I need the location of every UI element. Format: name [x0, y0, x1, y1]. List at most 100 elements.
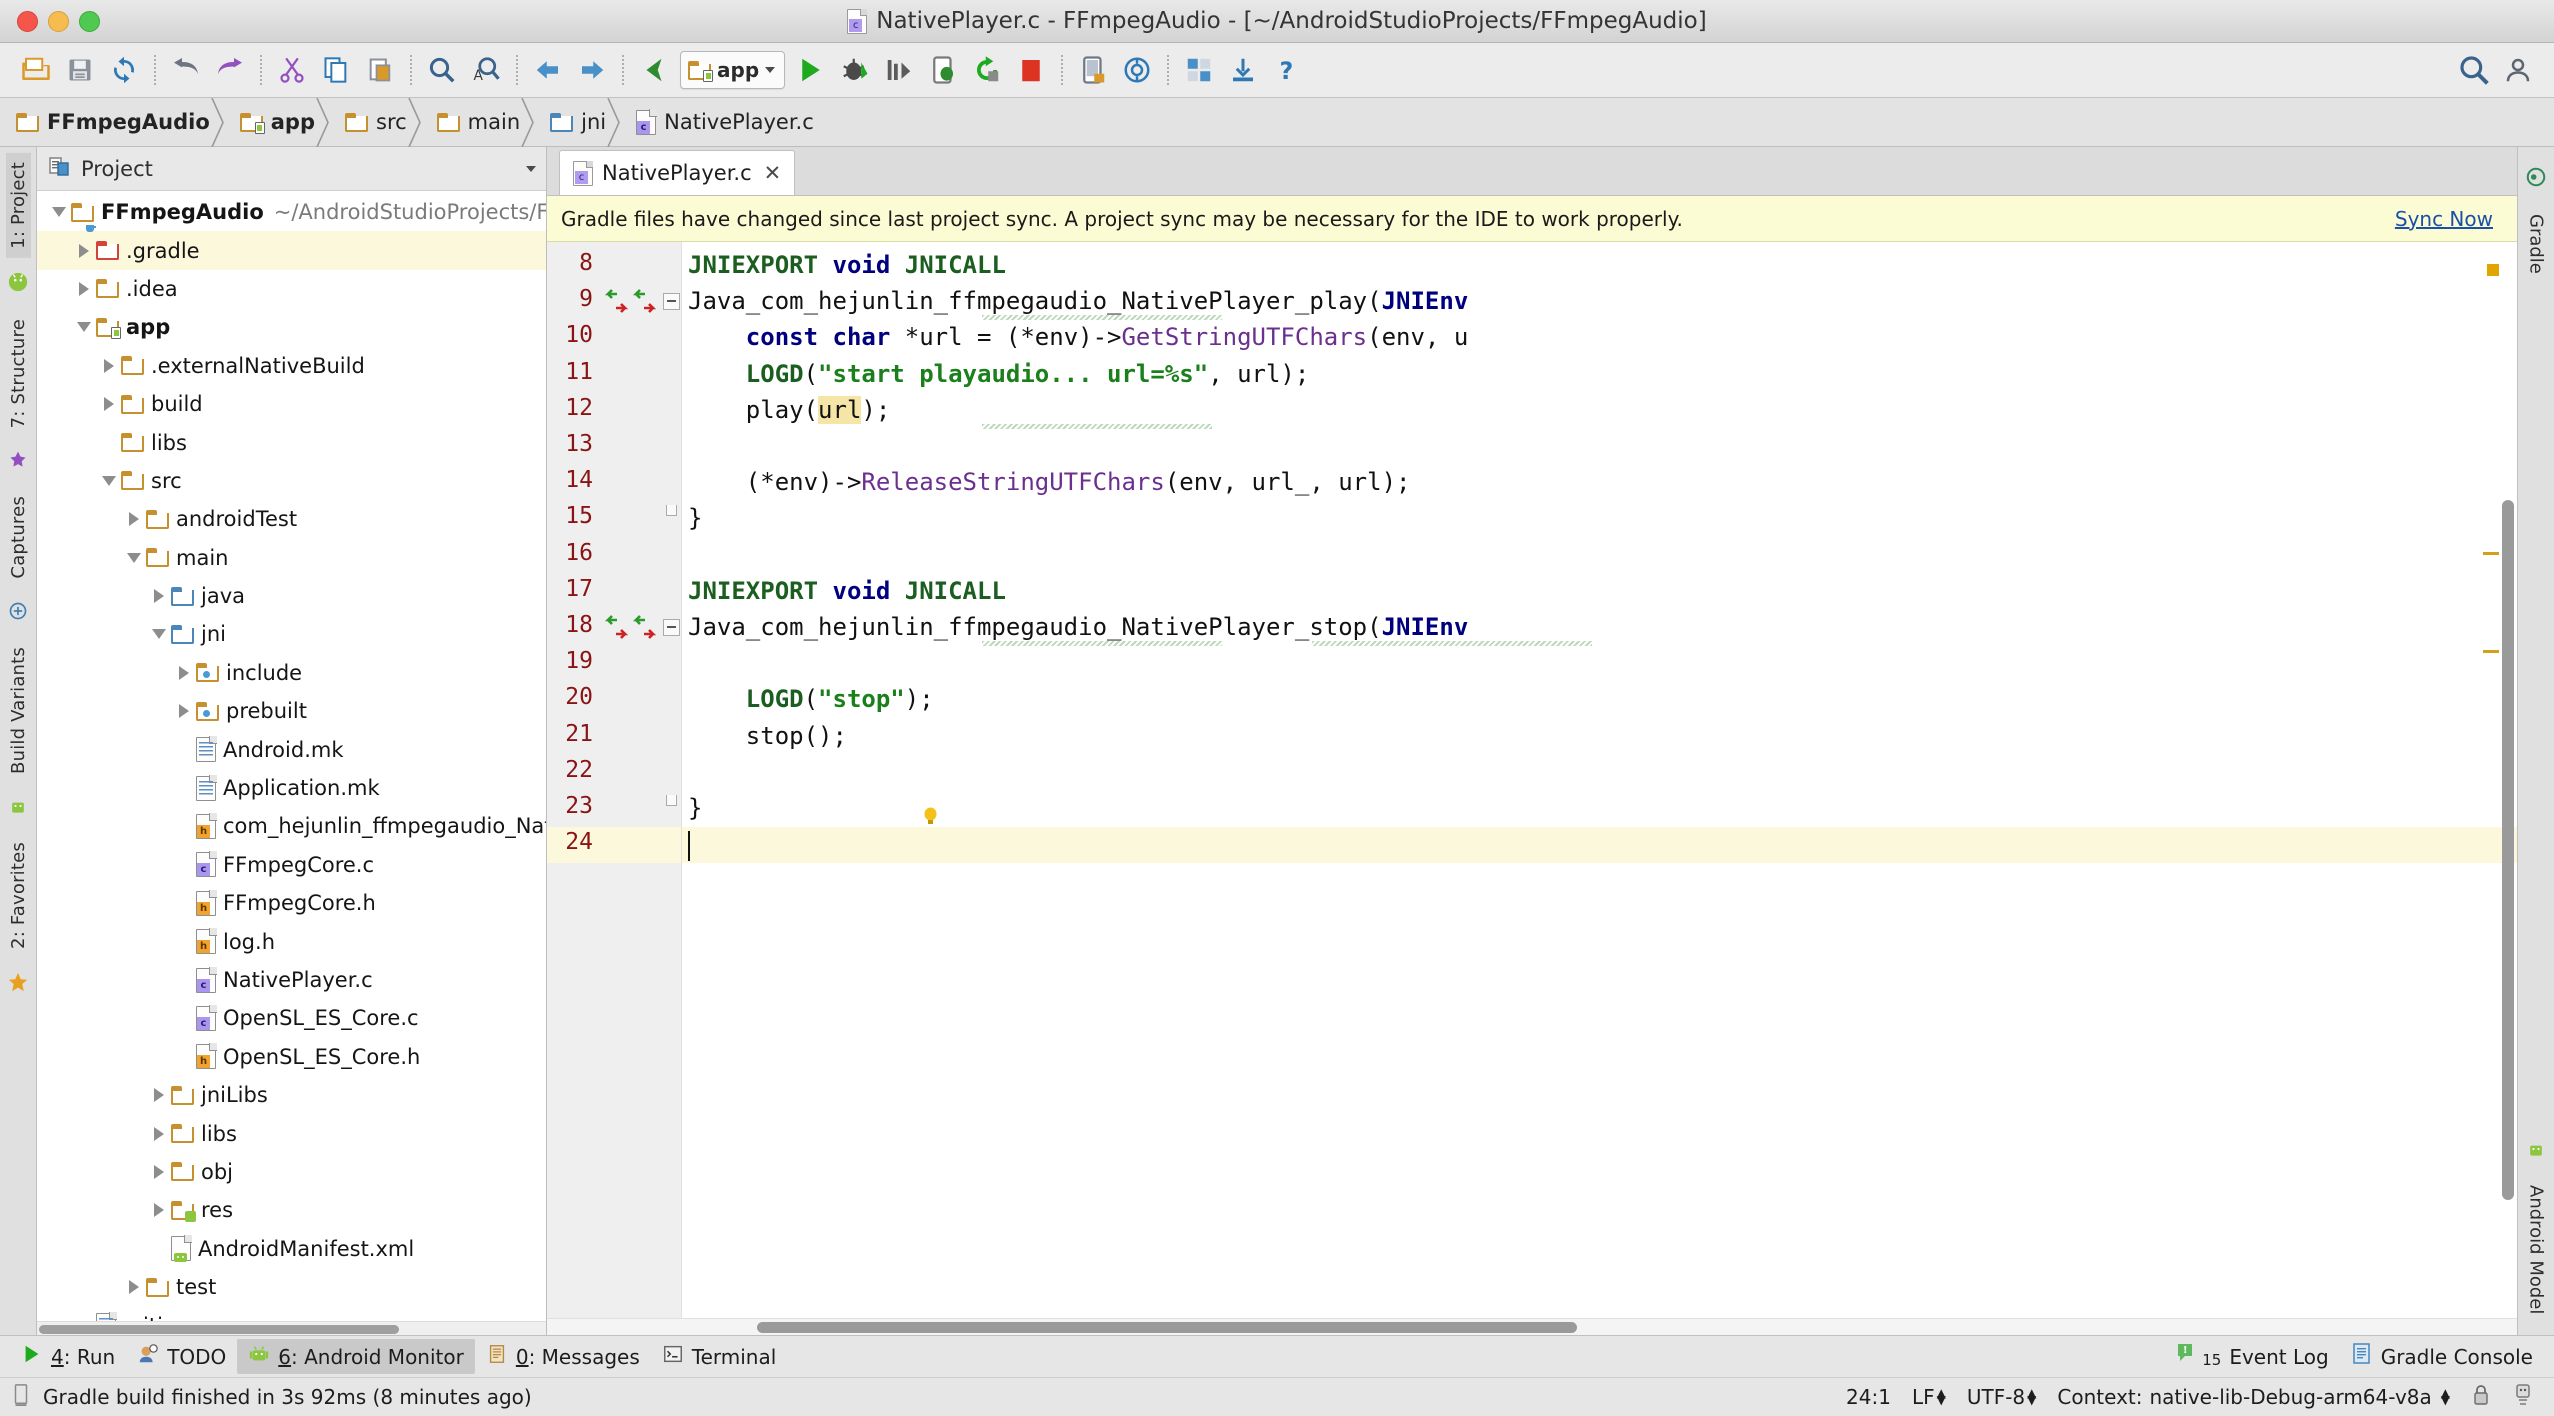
tree-node-libs[interactable]: libs [37, 423, 546, 461]
stripe-mark-occurrence[interactable] [2483, 552, 2499, 555]
chevron-right-icon[interactable] [72, 244, 96, 258]
bottom-tab-gradle-console[interactable]: Gradle Console [2340, 1338, 2544, 1375]
breadcrumb-item-nativeplayer-c[interactable]: cNativePlayer.c [620, 98, 828, 146]
undo-icon[interactable] [164, 48, 208, 92]
bottom-tab-0-messages[interactable]: 0: Messages [475, 1339, 651, 1374]
bottom-tab-todo[interactable]: TODO [126, 1339, 237, 1374]
find-icon[interactable] [420, 48, 464, 92]
maximize-window-button[interactable] [79, 11, 100, 32]
tree-node-androidmanifest-xml[interactable]: AndroidManifest.xml [37, 1230, 546, 1268]
chevron-right-icon[interactable] [122, 1280, 146, 1294]
code-line[interactable]: } [688, 794, 702, 822]
tree-node-include[interactable]: include [37, 654, 546, 692]
code-line[interactable]: Java_com_hejunlin_ffmpegaudio_NativePlay… [688, 287, 1468, 315]
code-line[interactable]: stop(); [746, 722, 847, 750]
chevron-right-icon[interactable] [72, 282, 96, 296]
build-context-selector[interactable]: Context: native-lib-Debug-arm64-v8a ▲▼ [2057, 1385, 2450, 1409]
redo-icon[interactable] [208, 48, 252, 92]
project-panel-hscroll-thumb[interactable] [39, 1325, 399, 1334]
chevron-down-icon[interactable] [526, 166, 536, 172]
code-line[interactable]: LOGD("stop"); [746, 685, 934, 713]
tree-node-application-mk[interactable]: Application.mk [37, 769, 546, 807]
breadcrumb-item-jni[interactable]: jni [534, 98, 620, 146]
chevron-right-icon[interactable] [122, 512, 146, 526]
code-line[interactable]: (*env)->ReleaseStringUTFChars(env, url_,… [746, 468, 1411, 496]
sidebar-item-android-model[interactable]: Android Model [2524, 1176, 2549, 1323]
sidebar-item-build-variants[interactable]: Build Variants [6, 638, 31, 783]
avd-manager-icon[interactable] [1071, 48, 1115, 92]
bottom-tab-6-android-monitor[interactable]: 6: Android Monitor [237, 1339, 475, 1374]
save-all-icon[interactable] [58, 48, 102, 92]
breadcrumb-item-src[interactable]: src [329, 98, 421, 146]
stop-icon[interactable] [1009, 48, 1053, 92]
edit-source-icon[interactable] [632, 48, 676, 92]
chevron-down-icon[interactable] [97, 476, 121, 486]
tree-node-build[interactable]: build [37, 385, 546, 423]
run-coverage-icon[interactable] [877, 48, 921, 92]
open-project-icon[interactable] [14, 48, 58, 92]
code-fold-end-icon[interactable] [666, 795, 677, 806]
project-panel-hscrollbar[interactable] [37, 1321, 546, 1335]
stripe-mark-occurrence[interactable] [2483, 650, 2499, 653]
sidebar-item-gradle[interactable]: Gradle [2524, 205, 2549, 283]
bottom-tab-event-log[interactable]: !15Event Log [2165, 1338, 2339, 1375]
tree-node--gitignore[interactable]: .gitignore [37, 1306, 546, 1321]
implementing-method-icon[interactable] [605, 614, 630, 646]
code-line[interactable]: JNIEXPORT void JNICALL [688, 577, 1006, 605]
restart-icon[interactable] [965, 48, 1009, 92]
captures-icon[interactable] [8, 450, 28, 474]
help-icon[interactable]: ? [1265, 48, 1309, 92]
inspector-icon[interactable] [2512, 1382, 2534, 1413]
sidebar-item-structure[interactable]: 7: Structure [6, 310, 31, 437]
chevron-right-icon[interactable] [147, 1203, 171, 1217]
implementing-method-icon[interactable] [605, 288, 630, 320]
tree-node-opensl-es-core-c[interactable]: cOpenSL_ES_Core.c [37, 999, 546, 1037]
build-variants-icon[interactable] [8, 601, 28, 625]
editor-vscrollbar[interactable] [2499, 242, 2517, 1335]
minimize-window-button[interactable] [48, 11, 69, 32]
chevron-down-icon[interactable] [72, 322, 96, 332]
tree-node-ffmpegcore-c[interactable]: cFFmpegCore.c [37, 846, 546, 884]
android-model-icon[interactable] [2526, 1139, 2546, 1163]
tree-node-prebuilt[interactable]: prebuilt [37, 692, 546, 730]
forward-icon[interactable] [570, 48, 614, 92]
chevron-right-icon[interactable] [147, 1088, 171, 1102]
bottom-tab-4-run[interactable]: 4: Run [10, 1339, 126, 1374]
tree-node-main[interactable]: main [37, 539, 546, 577]
run-icon[interactable] [789, 48, 833, 92]
close-window-button[interactable] [17, 11, 38, 32]
stripe-mark-warning[interactable] [2487, 264, 2499, 276]
favorites-android-icon[interactable] [8, 796, 28, 820]
person-icon[interactable] [2496, 48, 2540, 92]
attach-debugger-icon[interactable] [921, 48, 965, 92]
code-fold-collapse-icon[interactable] [663, 619, 680, 636]
editor-vscroll-thumb[interactable] [2502, 500, 2514, 1200]
layout-inspector-icon[interactable] [1177, 48, 1221, 92]
tree-node-android-mk[interactable]: Android.mk [37, 730, 546, 768]
chevron-right-icon[interactable] [147, 1165, 171, 1179]
tree-node-log-h[interactable]: hlog.h [37, 922, 546, 960]
tree-node-app[interactable]: app [37, 308, 546, 346]
sync-now-link[interactable]: Sync Now [2395, 207, 2503, 231]
tree-node-nativeplayer-c[interactable]: cNativePlayer.c [37, 961, 546, 999]
tab-nativeplayer-c[interactable]: c NativePlayer.c ✕ [559, 150, 795, 195]
tree-node-test[interactable]: test [37, 1268, 546, 1306]
editor-hscroll-thumb[interactable] [757, 1322, 1577, 1333]
debug-icon[interactable] [833, 48, 877, 92]
code-line[interactable]: play(url); [746, 396, 891, 424]
tree-node-ffmpegaudio[interactable]: FFmpegAudio~/AndroidStudioProjects/FFmpe… [37, 193, 546, 231]
tree-node-jnilibs[interactable]: jniLibs [37, 1076, 546, 1114]
tree-node-jni[interactable]: jni [37, 615, 546, 653]
paste-icon[interactable] [358, 48, 402, 92]
tree-node-libs[interactable]: libs [37, 1114, 546, 1152]
lock-icon[interactable] [2471, 1383, 2491, 1412]
tree-node-obj[interactable]: obj [37, 1153, 546, 1191]
code-fold-collapse-icon[interactable] [663, 293, 680, 310]
chevron-down-icon[interactable] [47, 207, 71, 217]
tree-node-opensl-es-core-h[interactable]: hOpenSL_ES_Core.h [37, 1038, 546, 1076]
editor-gutter[interactable]: 89101112131415161718192021222324 [547, 242, 682, 1335]
chevron-down-icon[interactable] [147, 629, 171, 639]
tree-node-src[interactable]: src [37, 462, 546, 500]
implementing-method-icon[interactable] [633, 614, 658, 646]
back-icon[interactable] [526, 48, 570, 92]
